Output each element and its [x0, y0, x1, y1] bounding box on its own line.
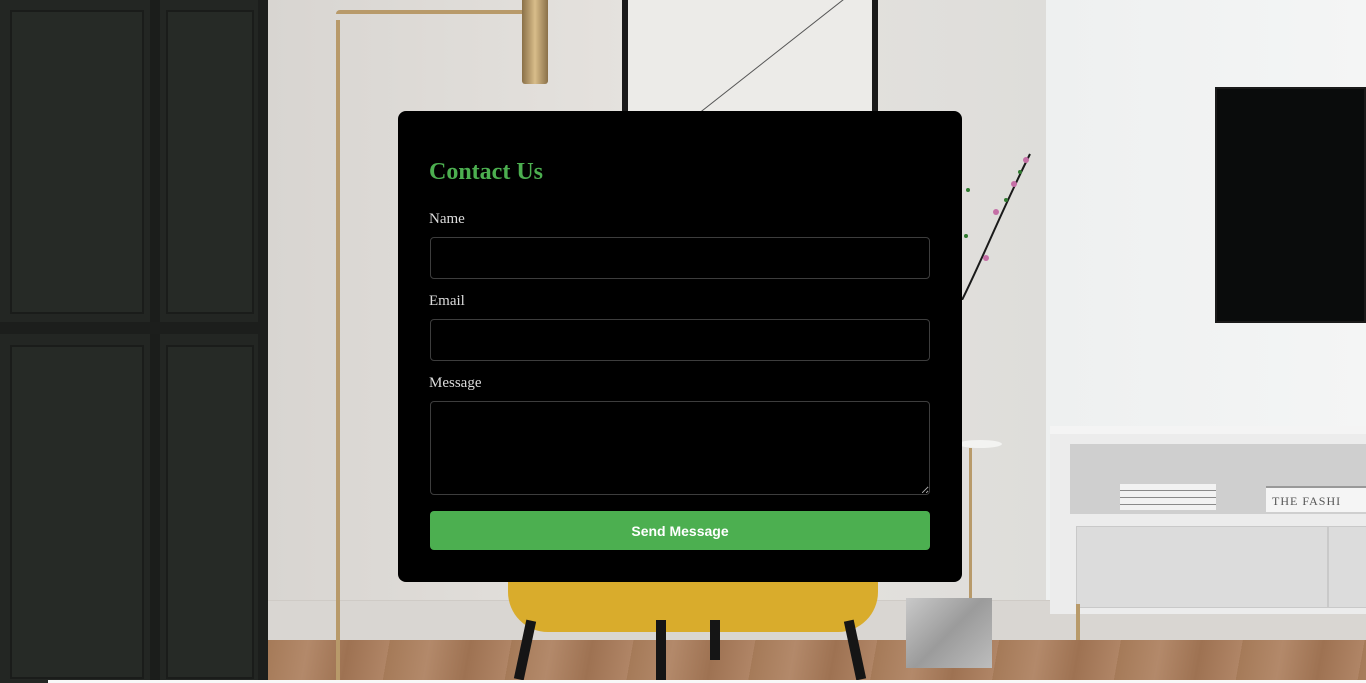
wardrobe-seam [150, 0, 160, 683]
book-stack [1120, 484, 1216, 510]
wardrobe-panel [10, 10, 144, 314]
sideboard-door [1076, 526, 1328, 608]
wardrobe-panel [10, 345, 144, 679]
stone-block [906, 598, 992, 668]
name-label: Name [429, 211, 465, 227]
flower-branch [962, 153, 1031, 300]
message-textarea[interactable] [430, 401, 930, 495]
wall-tv [1215, 87, 1366, 323]
wardrobe-panel [166, 345, 254, 679]
email-input[interactable] [430, 319, 930, 361]
lamp-head [522, 0, 548, 84]
yellow-chair [508, 578, 878, 632]
wardrobe-seam [0, 322, 268, 334]
lamp-arm [336, 10, 536, 14]
sideboard-leg [1076, 604, 1080, 640]
wardrobe-panel [166, 10, 254, 314]
send-message-button[interactable]: Send Message [430, 511, 930, 550]
lamp-pole [336, 20, 340, 683]
wardrobe-edge [258, 0, 268, 683]
contact-form-card: Contact Us Name Email Message Send Messa… [398, 111, 962, 582]
form-title: Contact Us [429, 159, 543, 185]
picture-frame [622, 0, 878, 120]
email-label: Email [429, 293, 465, 309]
frame-art [697, 0, 844, 115]
chair-leg [710, 620, 720, 660]
sideboard [1050, 426, 1366, 614]
sideboard-door [1328, 526, 1366, 608]
book-spine-text: THE FASHI [1272, 494, 1342, 508]
message-label: Message [429, 375, 482, 391]
chair-leg [656, 620, 666, 680]
side-table-top [958, 440, 1002, 448]
name-input[interactable] [430, 237, 930, 279]
wood-floor [268, 640, 1366, 683]
side-table-leg [969, 448, 972, 608]
wardrobe [0, 0, 268, 683]
book-stack-labeled: THE FASHI [1266, 486, 1366, 512]
